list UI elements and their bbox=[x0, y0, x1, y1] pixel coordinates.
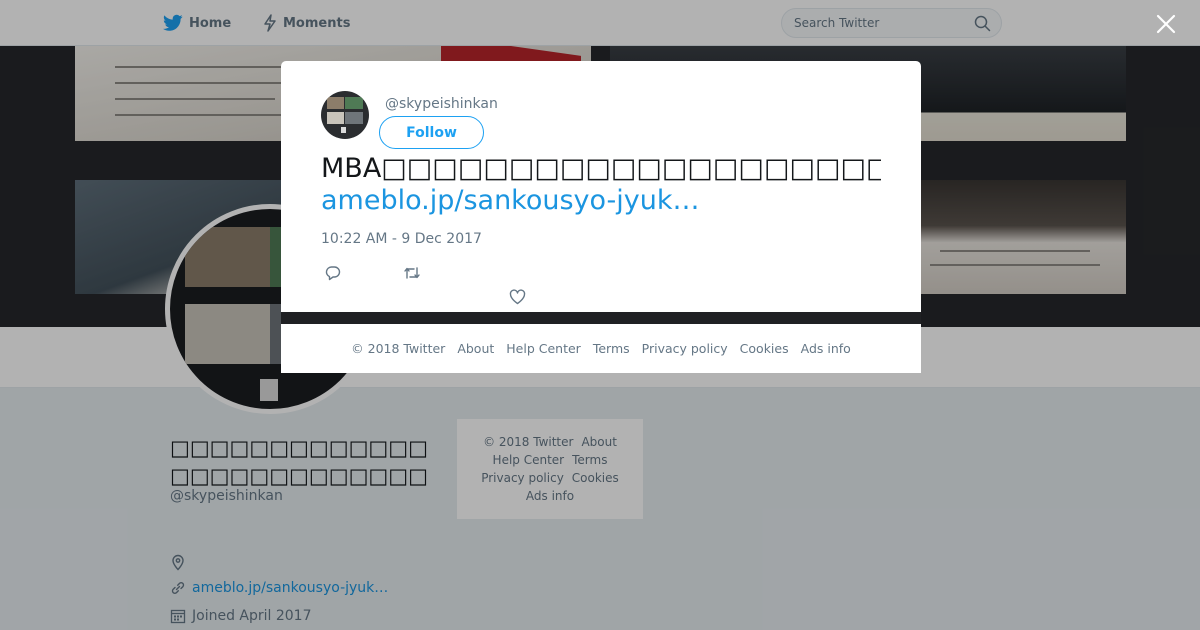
tweet-permalink-card: @skypeishinkan Follow MBA□□□□□□□□□□□□□□□… bbox=[281, 61, 921, 312]
tweet-avatar[interactable] bbox=[321, 91, 369, 139]
modal-footer-ads-link[interactable]: Ads info bbox=[801, 341, 851, 356]
retweet-button[interactable] bbox=[403, 265, 421, 285]
reply-button[interactable] bbox=[325, 265, 341, 285]
modal-divider bbox=[281, 312, 921, 324]
tweet-link[interactable]: ameblo.jp/sankousyo-jyuk… bbox=[321, 185, 700, 217]
modal-footer-privacy-link[interactable]: Privacy policy bbox=[642, 341, 728, 356]
modal-footer-about-link[interactable]: About bbox=[457, 341, 494, 356]
modal-footer-help-link[interactable]: Help Center bbox=[506, 341, 581, 356]
modal-footer-copyright: © 2018 Twitter bbox=[351, 341, 446, 356]
follow-button[interactable]: Follow bbox=[379, 116, 484, 149]
close-icon bbox=[1156, 14, 1176, 34]
modal-footer: © 2018 Twitter About Help Center Terms P… bbox=[281, 324, 921, 373]
tweet-timestamp[interactable]: 10:22 AM - 9 Dec 2017 bbox=[321, 231, 482, 247]
retweet-icon bbox=[404, 267, 420, 279]
modal-footer-cookies-link[interactable]: Cookies bbox=[740, 341, 789, 356]
modal-footer-terms-link[interactable]: Terms bbox=[593, 341, 630, 356]
tweet-text: MBA□□□□□□□□□□□□□□□□□□□□□□□□□□□□□ bbox=[321, 153, 881, 184]
reply-icon bbox=[325, 266, 341, 281]
like-icon bbox=[509, 289, 526, 305]
tweet-author-handle[interactable]: @skypeishinkan bbox=[385, 96, 498, 112]
close-button[interactable] bbox=[1152, 10, 1180, 38]
like-button[interactable] bbox=[509, 289, 526, 309]
